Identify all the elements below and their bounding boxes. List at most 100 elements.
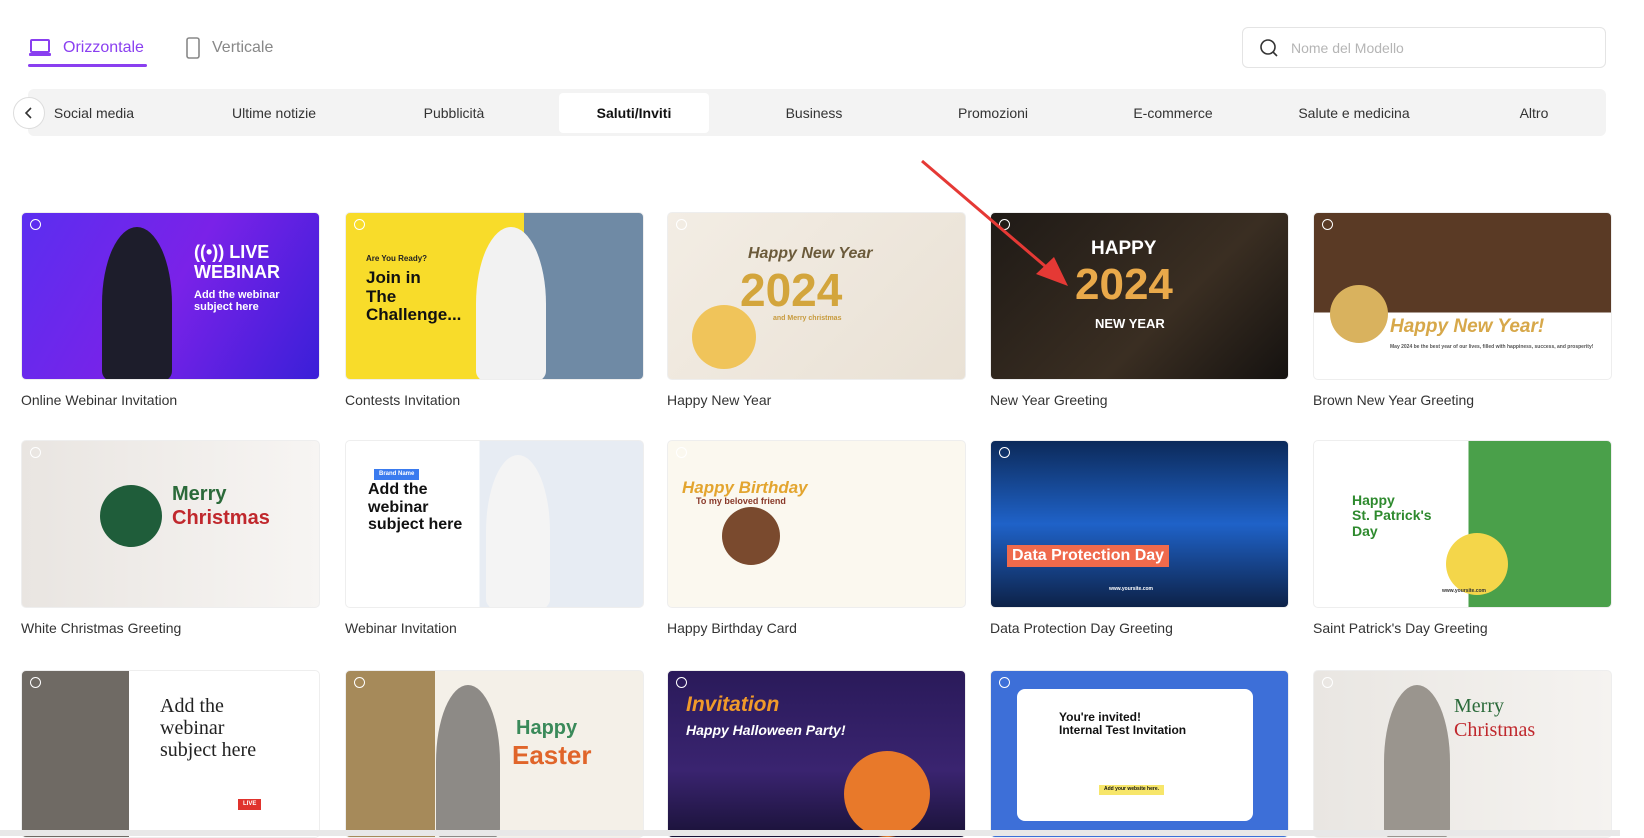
thumbnail-text: 2024 <box>740 264 843 316</box>
thumbnail-text: Are You Ready? <box>366 254 428 263</box>
template-thumbnail[interactable]: Brand Name Add the webinar subject here <box>345 440 644 608</box>
template-card[interactable]: Data Protection Day www.yoursite.com Data … <box>990 440 1289 636</box>
template-card[interactable]: You're invited! Internal Test Invitation… <box>990 670 1289 838</box>
thumbnail-text: Invitation <box>686 693 780 716</box>
brand-logo <box>999 677 1010 688</box>
brand-logo <box>1322 447 1333 458</box>
category-tab[interactable]: Ultime notizie <box>199 93 349 133</box>
template-card[interactable]: Happy St. Patrick's Day www.yoursite.com S… <box>1313 440 1612 636</box>
template-thumbnail[interactable]: Happy Easter <box>345 670 644 838</box>
presenter-figure <box>102 227 172 379</box>
template-thumbnail[interactable]: Are You Ready? Join in The Challenge... <box>345 212 644 380</box>
template-thumbnail[interactable]: ((•)) LIVE WEBINAR Add the webinar subjec… <box>21 212 320 380</box>
category-tab[interactable]: Pubblicità <box>379 93 529 133</box>
category-tab[interactable]: Saluti/Inviti <box>559 93 709 133</box>
template-title[interactable]: Data Protection Day Greeting <box>990 620 1289 636</box>
thumbnail-text: You're invited! Internal Test Invitation <box>1059 710 1187 738</box>
template-thumbnail[interactable]: Merry Christmas <box>21 440 320 608</box>
template-title[interactable]: Saint Patrick's Day Greeting <box>1313 620 1612 636</box>
thumbnail-text: Data Protection Day <box>1007 545 1170 567</box>
template-card[interactable]: HAPPY 2024 NEW YEAR New Year Greeting <box>990 212 1289 408</box>
category-tab[interactable]: Altro <box>1459 93 1609 133</box>
template-thumbnail[interactable]: Happy Birthday To my beloved friend <box>667 440 966 608</box>
thumbnail-text: Add the webinar subject here <box>368 481 463 534</box>
presenter-figure <box>1384 685 1450 837</box>
template-title[interactable]: Brown New Year Greeting <box>1313 392 1612 408</box>
scroll-left-button[interactable] <box>13 97 45 129</box>
thumbnail-text: Add the webinar subject here <box>160 695 257 761</box>
avatar-circle <box>100 485 162 547</box>
thumbnail-text: and Merry christmas <box>773 315 842 322</box>
brand-logo <box>30 219 41 230</box>
template-title[interactable]: White Christmas Greeting <box>21 620 320 636</box>
template-card[interactable]: Are You Ready? Join in The Challenge... Co… <box>345 212 644 408</box>
thumbnail-text: Merry <box>172 483 227 505</box>
template-card[interactable]: Happy Birthday To my beloved friend Happy … <box>667 440 966 636</box>
thumbnail-text: Happy Birthday <box>682 478 808 497</box>
laptop-icon <box>29 39 51 56</box>
thumbnail-text: Christmas <box>1454 719 1536 741</box>
template-thumbnail[interactable]: Happy New Year 2024 and Merry christmas <box>667 212 966 380</box>
presenter-figure <box>436 685 500 837</box>
category-tab[interactable]: E-commerce <box>1098 93 1248 133</box>
template-card[interactable]: Happy New Year! May 2024 be the best year… <box>1313 212 1612 408</box>
presenter-figure <box>486 455 550 607</box>
template-thumbnail[interactable]: Merry Christmas <box>1313 670 1612 838</box>
thumbnail-text: Join in The Challenge... <box>366 268 462 325</box>
thumbnail-text: NEW YEAR <box>1095 316 1165 331</box>
search-input[interactable] <box>1291 39 1591 56</box>
thumbnail-text: 2024 <box>1075 260 1173 309</box>
template-card[interactable]: Merry Christmas <box>1313 670 1612 838</box>
avatar-circle <box>722 507 780 565</box>
thumbnail-text: Happy New Year <box>748 245 873 262</box>
brand-logo <box>354 447 365 458</box>
thumbnail-text: LIVE <box>238 799 262 810</box>
template-thumbnail[interactable]: Happy St. Patrick's Day www.yoursite.com <box>1313 440 1612 608</box>
brand-logo <box>999 447 1010 458</box>
template-thumbnail[interactable]: You're invited! Internal Test Invitation… <box>990 670 1289 838</box>
thumbnail-text: Brand Name <box>374 469 420 480</box>
template-thumbnail[interactable]: Add the webinar subject here LIVE <box>21 670 320 838</box>
thumbnail-text: HAPPY <box>1091 238 1157 259</box>
template-thumbnail[interactable]: Happy New Year! May 2024 be the best year… <box>1313 212 1612 380</box>
avatar-circle <box>844 751 930 837</box>
template-title[interactable]: Happy Birthday Card <box>667 620 966 636</box>
template-title[interactable]: Happy New Year <box>667 392 966 408</box>
thumbnail-text: www.yoursite.com <box>1109 586 1153 592</box>
thumbnail-text: Add the webinar subject here <box>194 289 280 314</box>
thumbnail-text: Happy St. Patrick's Day <box>1352 492 1432 539</box>
thumbnail-text: Christmas <box>172 507 270 529</box>
brand-logo <box>676 677 687 688</box>
category-tab[interactable]: Salute e medicina <box>1279 93 1429 133</box>
thumbnail-text: To my beloved friend <box>696 496 786 506</box>
thumbnail-text: Happy Halloween Party! <box>686 722 846 738</box>
template-card[interactable]: ((•)) LIVE WEBINAR Add the webinar subjec… <box>21 212 320 408</box>
presenter-figure <box>476 227 546 379</box>
category-tab[interactable]: Business <box>739 93 889 133</box>
template-card[interactable]: Add the webinar subject here LIVE <box>21 670 320 838</box>
template-card[interactable]: Brand Name Add the webinar subject here We… <box>345 440 644 636</box>
thumbnail-text: Happy <box>516 717 578 739</box>
tab-label: Orizzontale <box>63 39 144 56</box>
template-thumbnail[interactable]: HAPPY 2024 NEW YEAR <box>990 212 1289 380</box>
template-title[interactable]: Webinar Invitation <box>345 620 644 636</box>
search-box[interactable] <box>1242 27 1606 68</box>
template-title[interactable]: Online Webinar Invitation <box>21 392 320 408</box>
category-tab[interactable]: Promozioni <box>918 93 1068 133</box>
tab-verticale[interactable]: Verticale <box>186 28 273 68</box>
chevron-left-icon <box>24 107 32 119</box>
template-thumbnail[interactable]: Data Protection Day www.yoursite.com <box>990 440 1289 608</box>
search-icon <box>1260 38 1278 57</box>
tab-orizzontale[interactable]: Orizzontale <box>29 28 144 68</box>
brand-logo <box>676 447 687 458</box>
template-card[interactable]: Happy Easter <box>345 670 644 838</box>
template-card[interactable]: Happy New Year 2024 and Merry christmas Hap… <box>667 212 966 408</box>
template-card[interactable]: Invitation Happy Halloween Party! <box>667 670 966 838</box>
brand-logo <box>676 219 687 230</box>
brand-logo <box>354 677 365 688</box>
horizontal-scrollbar[interactable] <box>0 830 1620 836</box>
template-thumbnail[interactable]: Invitation Happy Halloween Party! <box>667 670 966 838</box>
template-title[interactable]: Contests Invitation <box>345 392 644 408</box>
template-card[interactable]: Merry Christmas White Christmas Greeting <box>21 440 320 636</box>
template-title[interactable]: New Year Greeting <box>990 392 1289 408</box>
